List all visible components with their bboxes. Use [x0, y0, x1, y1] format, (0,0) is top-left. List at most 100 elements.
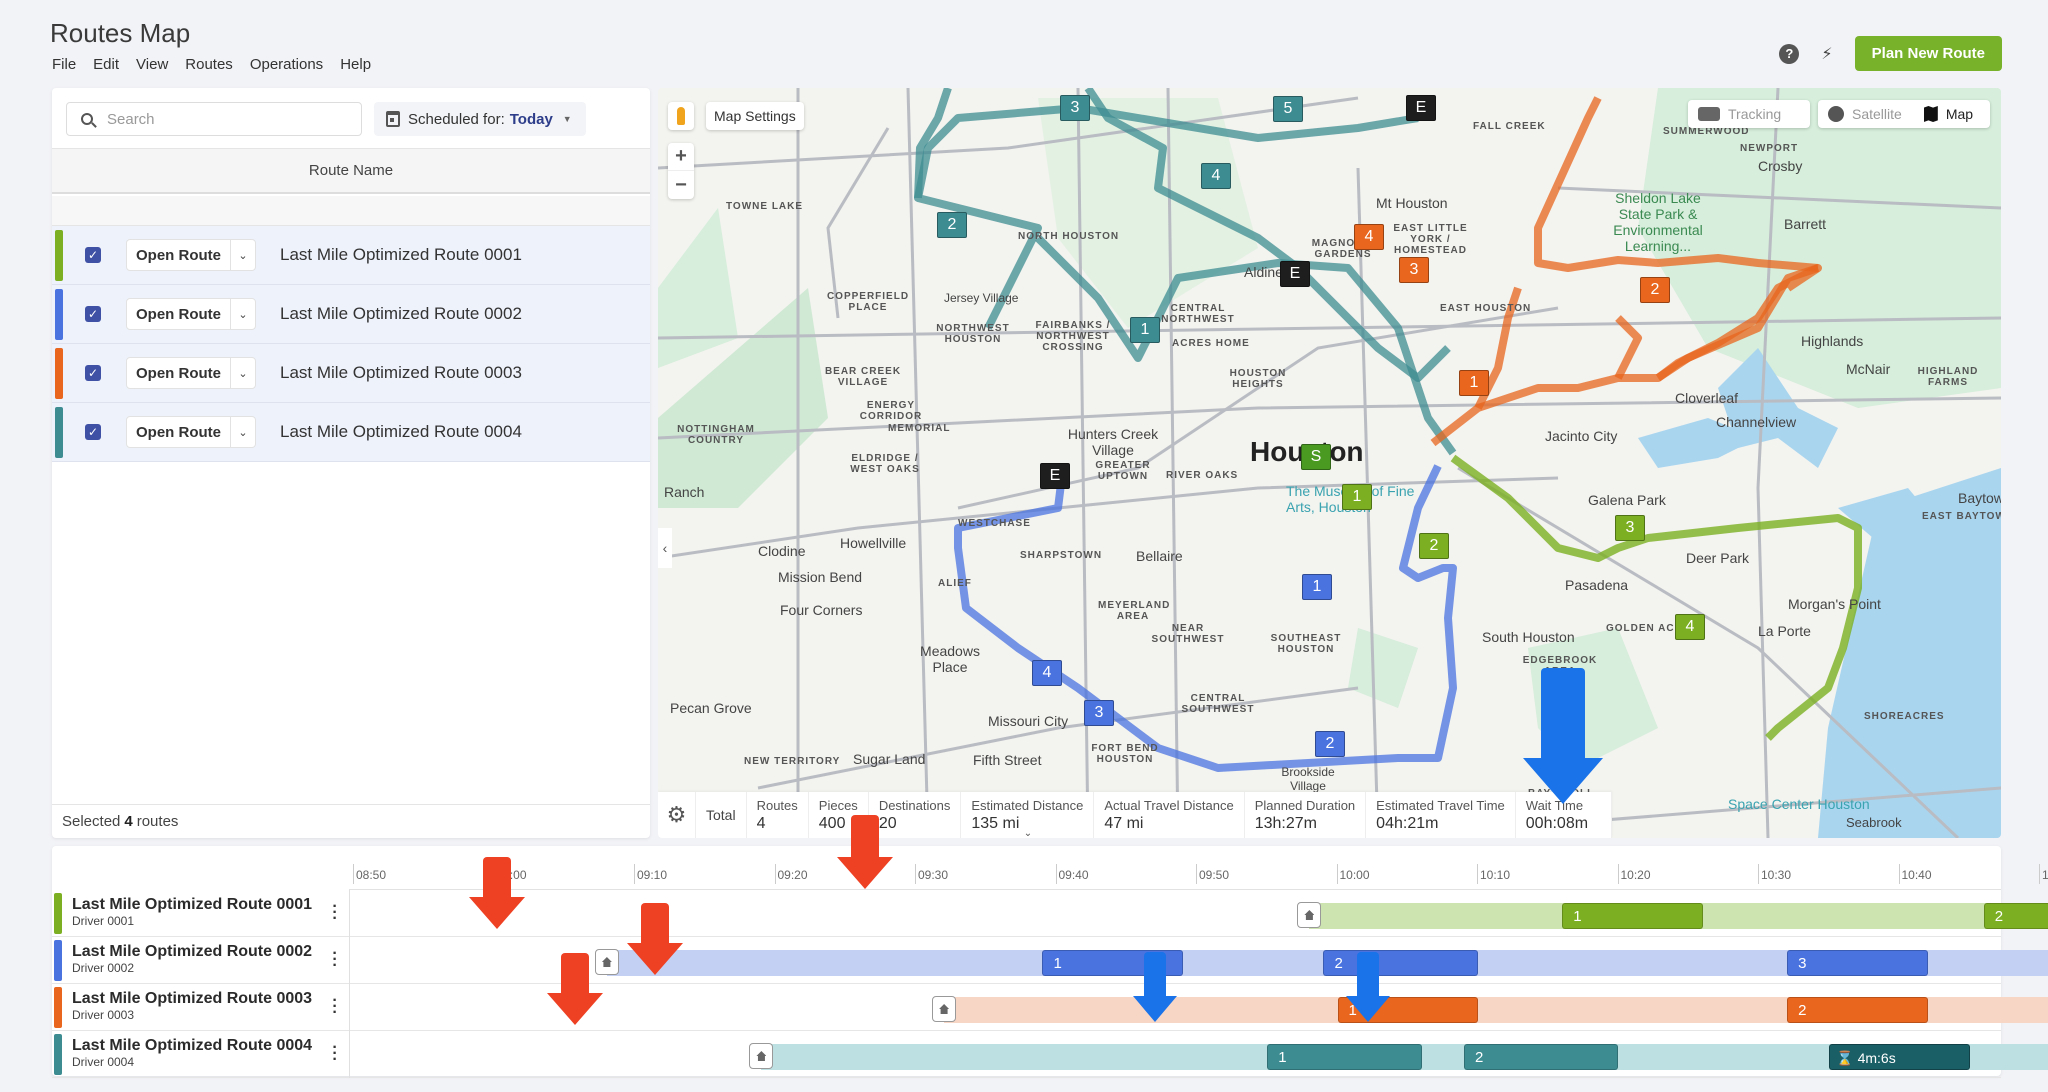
route-list-panel: Search Scheduled for: Today ▼ Route Name… — [52, 88, 650, 838]
timeline-row[interactable]: Last Mile Optimized Route 0004 Driver 00… — [52, 1031, 2048, 1078]
map-label: Pecan Grove — [670, 700, 752, 716]
map-label: Jacinto City — [1545, 428, 1618, 444]
map-marker-end[interactable]: E — [1280, 261, 1310, 287]
total-label: Estimated Travel Time — [1376, 798, 1505, 813]
map-settings-button[interactable]: Map Settings — [706, 102, 804, 130]
menu-help[interactable]: Help — [340, 56, 371, 73]
help-icon[interactable]: ? — [1779, 43, 1800, 64]
map-marker-route4[interactable]: 3 — [1060, 95, 1090, 121]
stop-block[interactable]: 2 — [1983, 903, 2048, 929]
depot-home-icon[interactable] — [1297, 902, 1322, 928]
map-label: NORTH HOUSTON — [1018, 231, 1120, 242]
map-marker-route2[interactable]: 3 — [1084, 700, 1114, 726]
stop-block[interactable]: 1 — [1267, 1044, 1422, 1070]
map-label: Mission Bend — [778, 569, 863, 585]
timeline-row[interactable]: Last Mile Optimized Route 0003 Driver 00… — [52, 984, 2048, 1031]
timeline-row[interactable]: Last Mile Optimized Route 0002 Driver 00… — [52, 937, 2048, 984]
stop-block[interactable]: 3 — [1787, 950, 1928, 976]
route-row[interactable]: ✓ Open Route ⌄ Last Mile Optimized Route … — [52, 285, 650, 344]
depot-home-icon[interactable] — [749, 1043, 774, 1069]
menu-file[interactable]: File — [52, 56, 76, 73]
map-marker-end[interactable]: E — [1040, 463, 1070, 489]
menu-operations[interactable]: Operations — [250, 56, 323, 73]
chevron-down-icon[interactable]: ⌄ — [231, 308, 255, 321]
map-marker-route4[interactable]: 5 — [1273, 96, 1303, 122]
route-checkbox[interactable]: ✓ — [85, 365, 101, 381]
search-input[interactable]: Search — [66, 102, 362, 136]
map-marker-route2[interactable]: 1 — [1302, 574, 1332, 600]
zoom-out-button[interactable]: − — [668, 171, 694, 199]
map-label: ALIEF — [938, 578, 972, 589]
map-button[interactable]: Map — [1946, 106, 1973, 122]
open-route-button[interactable]: Open Route ⌄ — [126, 239, 256, 271]
route-row[interactable]: ✓ Open Route ⌄ Last Mile Optimized Route … — [52, 403, 650, 462]
map-marker-route1[interactable]: 1 — [1342, 484, 1372, 510]
satellite-button[interactable]: Satellite — [1852, 106, 1902, 122]
timeline-row[interactable]: Last Mile Optimized Route 0001 Driver 00… — [52, 890, 2048, 937]
stop-block[interactable]: 2 — [1787, 997, 1928, 1023]
route-row[interactable]: ✓ Open Route ⌄ Last Mile Optimized Route … — [52, 226, 650, 285]
plan-new-route-button[interactable]: Plan New Route — [1854, 36, 2002, 71]
route-checkbox[interactable]: ✓ — [85, 247, 101, 263]
map-marker-route2[interactable]: 4 — [1032, 660, 1062, 686]
map-marker-route1[interactable]: 3 — [1615, 515, 1645, 541]
collapse-panel-button[interactable]: ‹ — [658, 528, 672, 568]
gear-icon[interactable]: ⚙ — [658, 792, 696, 838]
map-marker-end[interactable]: E — [1406, 95, 1436, 121]
map-marker-route3[interactable]: 4 — [1354, 224, 1384, 250]
open-route-button[interactable]: Open Route ⌄ — [126, 298, 256, 330]
open-route-label[interactable]: Open Route — [127, 358, 231, 388]
menu-routes[interactable]: Routes — [185, 56, 233, 73]
more-options-icon[interactable]: · · · — [332, 946, 338, 974]
map-marker-route3[interactable]: 3 — [1399, 257, 1429, 283]
chevron-down-icon[interactable]: ⌄ — [231, 249, 255, 262]
stop-block[interactable]: 2 — [1463, 1044, 1619, 1070]
route-name: Last Mile Optimized Route 0002 — [280, 304, 522, 323]
map-label: Highlands — [1801, 333, 1864, 349]
map-label: Bellaire — [1136, 548, 1183, 564]
wait-time-block[interactable]: ⌛ 4m:6s — [1829, 1044, 1970, 1070]
map-label: Missouri City — [988, 713, 1069, 729]
open-route-label[interactable]: Open Route — [127, 240, 231, 270]
scheduled-for-dropdown[interactable]: Scheduled for: Today ▼ — [374, 102, 586, 136]
map-marker-route2[interactable]: 2 — [1315, 731, 1345, 757]
caret-down-icon: ▼ — [562, 114, 572, 124]
map-label: La Porte — [1758, 623, 1811, 639]
more-options-icon[interactable]: · · · — [332, 1040, 338, 1068]
map-marker-route4[interactable]: 4 — [1201, 163, 1231, 189]
filter-row — [52, 196, 650, 226]
lightning-icon[interactable]: ⚡ — [1821, 44, 1832, 64]
map-marker-route1[interactable]: 4 — [1675, 614, 1705, 640]
route-checkbox[interactable]: ✓ — [85, 424, 101, 440]
map-marker-start[interactable]: S — [1301, 444, 1331, 470]
tracking-toggle[interactable]: Tracking — [1688, 100, 1810, 128]
street-view-pegman-icon[interactable] — [668, 102, 694, 130]
map-marker-route3[interactable]: 1 — [1459, 370, 1489, 396]
depot-home-icon[interactable] — [932, 996, 957, 1022]
open-route-button[interactable]: Open Route ⌄ — [126, 357, 256, 389]
open-route-label[interactable]: Open Route — [127, 417, 231, 447]
chevron-down-icon[interactable]: ⌄ — [231, 426, 255, 439]
map-view[interactable]: TOWNE LAKE NORTH HOUSTON COPPERFIELD PLA… — [658, 88, 2001, 838]
route-row[interactable]: ✓ Open Route ⌄ Last Mile Optimized Route … — [52, 344, 650, 403]
route-color-stripe — [54, 987, 62, 1028]
more-options-icon[interactable]: · · · — [332, 993, 338, 1021]
more-options-icon[interactable]: · · · — [332, 899, 338, 927]
map-label: South Houston — [1482, 629, 1575, 645]
expand-chevron-icon[interactable]: ⌄ — [1008, 828, 1048, 838]
column-header-route-name[interactable]: Route Name — [52, 148, 650, 194]
route-checkbox[interactable]: ✓ — [85, 306, 101, 322]
zoom-in-button[interactable]: + — [668, 143, 694, 171]
menu-view[interactable]: View — [136, 56, 168, 73]
stop-block[interactable]: 1 — [1562, 903, 1703, 929]
map-marker-route1[interactable]: 2 — [1419, 533, 1449, 559]
map-marker-route3[interactable]: 2 — [1640, 277, 1670, 303]
chevron-down-icon[interactable]: ⌄ — [231, 367, 255, 380]
open-route-label[interactable]: Open Route — [127, 299, 231, 329]
open-route-button[interactable]: Open Route ⌄ — [126, 416, 256, 448]
map-label: NEW TERRITORY — [744, 756, 841, 767]
time-tick: 09:40 — [1055, 864, 1089, 884]
menu-edit[interactable]: Edit — [93, 56, 119, 73]
map-marker-route4[interactable]: 2 — [937, 212, 967, 238]
map-marker-route4[interactable]: 1 — [1130, 317, 1160, 343]
